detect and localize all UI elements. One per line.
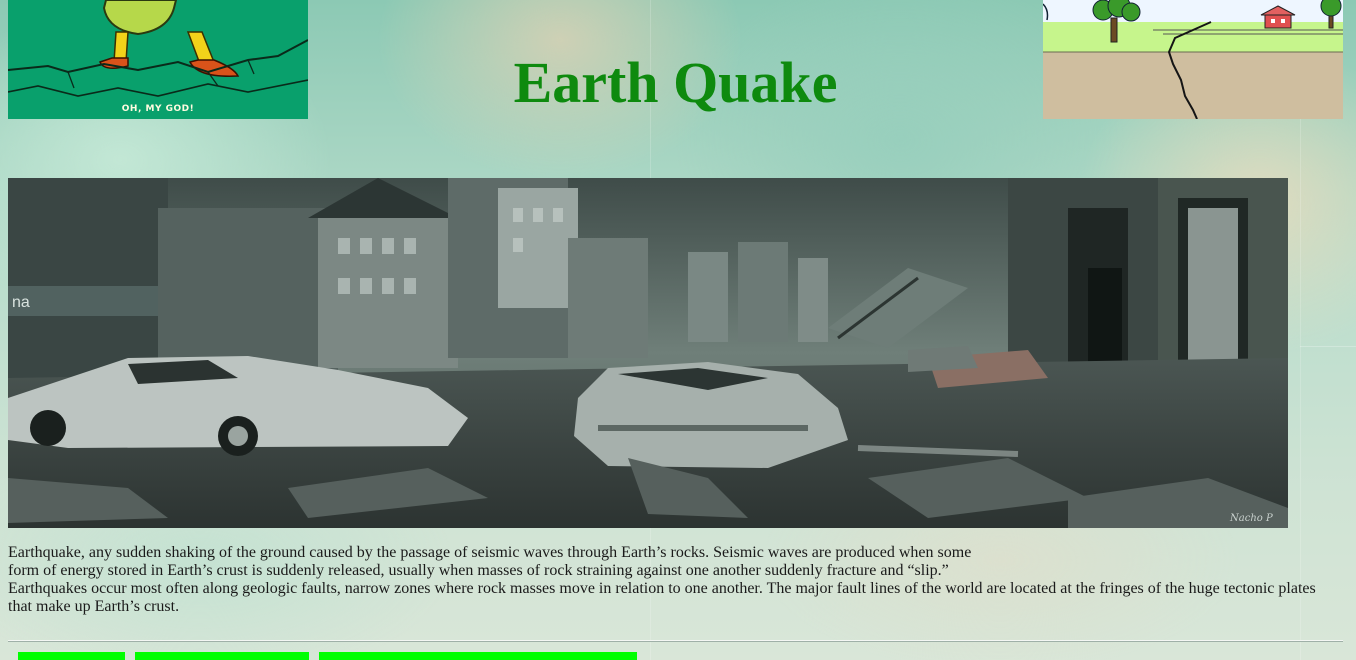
nav-button[interactable] <box>135 652 309 660</box>
nav-button[interactable] <box>319 652 637 660</box>
hero-destroyed-city-image: na Nacho P <box>8 178 1288 528</box>
destroyed-city-street-photo-icon: na Nacho P <box>8 178 1288 528</box>
cartoon-fault-line-landscape-icon <box>1043 0 1343 119</box>
description-line: Earthquakes occur most often along geolo… <box>8 580 1316 615</box>
description-line: form of energy stored in Earth’s crust i… <box>8 562 949 579</box>
horizontal-divider <box>8 640 1343 642</box>
nav-button[interactable] <box>18 652 125 660</box>
photo-signature: Nacho P <box>1229 513 1273 524</box>
cartoon-corner-image-right <box>1043 0 1343 119</box>
background-tile-seam <box>1300 346 1356 347</box>
storefront-sign-text: na <box>12 294 30 311</box>
description-line: Earthquake, any sudden shaking of the gr… <box>8 544 972 561</box>
earthquake-description: Earthquake, any sudden shaking of the gr… <box>8 544 1328 616</box>
